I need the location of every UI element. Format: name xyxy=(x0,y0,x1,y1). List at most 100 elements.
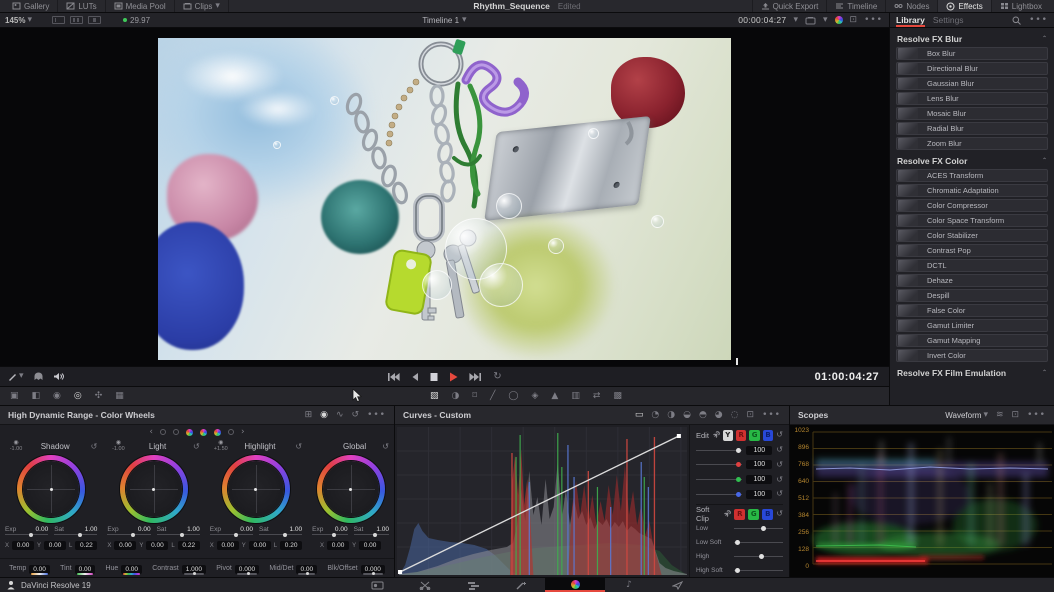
reset-icon[interactable]: ↺ xyxy=(776,461,783,469)
l-value[interactable]: 0.20 xyxy=(280,541,302,550)
fx-item[interactable]: Zoom Blur xyxy=(896,137,1048,150)
fx-item[interactable]: Radial Blur xyxy=(896,122,1048,135)
channel-r-button[interactable]: R xyxy=(736,430,746,441)
lum-vs-sat-icon[interactable]: ◓ xyxy=(699,411,707,420)
black-offset-field[interactable]: Blk/Offset0.000 xyxy=(327,563,385,573)
reset-icon[interactable]: ↺ xyxy=(776,490,783,498)
reset-icon[interactable]: ↺ xyxy=(375,443,389,451)
sat-vs-lum-icon[interactable]: ◌ xyxy=(731,411,739,420)
fx-item[interactable]: ACES Transform xyxy=(896,169,1048,182)
viewer-options-icon[interactable]: ••• xyxy=(864,16,883,25)
red-gain-slider[interactable]: 100↺ xyxy=(696,458,783,473)
fx-item[interactable]: Gamut Limiter xyxy=(896,319,1048,332)
hue-vs-hue-icon[interactable]: ◔ xyxy=(651,411,659,420)
zone-pivot[interactable]: ◉-1.00 xyxy=(5,440,27,453)
fx-item[interactable]: Mosaic Blur xyxy=(896,107,1048,120)
x-value[interactable]: 0.00 xyxy=(114,541,136,550)
sizing-palette-icon[interactable]: ▥ xyxy=(571,392,580,401)
power-window-icon[interactable]: ⌑ xyxy=(472,392,477,401)
fx-item[interactable]: Gamut Mapping xyxy=(896,334,1048,347)
hdr-palette-icon[interactable]: ◎ xyxy=(74,392,82,401)
curves-graph[interactable] xyxy=(395,425,689,577)
page-dot-active[interactable] xyxy=(186,429,193,436)
tab-library[interactable]: Library xyxy=(896,13,925,27)
media-pool-button[interactable]: Media Pool xyxy=(106,0,175,12)
viewer-zoom-select[interactable]: 145% ▾ xyxy=(5,16,32,25)
light-color-wheel[interactable] xyxy=(120,455,188,523)
quick-export-button[interactable]: Quick Export xyxy=(752,0,827,12)
page-next-icon[interactable]: › xyxy=(241,428,245,437)
add-node-icon[interactable]: ⊞ xyxy=(305,411,313,420)
page-media[interactable] xyxy=(353,578,401,592)
fx-item[interactable]: Invert Color xyxy=(896,349,1048,362)
y-value[interactable]: 0.00 xyxy=(146,541,168,550)
step-back-button[interactable] xyxy=(411,372,419,382)
library-options-icon[interactable]: ••• xyxy=(1029,16,1048,25)
hue-vs-sat-icon[interactable]: ◑ xyxy=(667,411,675,420)
channel-y-button[interactable]: Y xyxy=(723,430,733,441)
expand-icon[interactable]: ⊡ xyxy=(1012,411,1020,420)
lightbox-button[interactable]: Lightbox xyxy=(991,0,1050,12)
page-fusion[interactable] xyxy=(497,578,545,592)
page-deliver[interactable] xyxy=(653,578,701,592)
grab-still-icon[interactable] xyxy=(805,16,816,25)
fx-item[interactable]: False Color xyxy=(896,304,1048,317)
low-soft-slider[interactable]: Low Soft xyxy=(696,536,783,550)
fx-item[interactable]: Lens Blur xyxy=(896,92,1048,105)
chevron-down-icon[interactable]: ▾ xyxy=(823,16,828,25)
luma-gain-slider[interactable]: 100↺ xyxy=(696,443,783,458)
stereo-3d-icon[interactable]: ⇄ xyxy=(593,392,601,401)
zone-pivot[interactable]: ◉+1.50 xyxy=(210,440,232,453)
fx-item[interactable]: DCTL xyxy=(896,259,1048,272)
scope-mode-select[interactable]: Waveform▾ xyxy=(945,411,988,420)
tab-settings[interactable]: Settings xyxy=(933,13,964,27)
fx-item[interactable]: Despill xyxy=(896,289,1048,302)
scopes-options-icon[interactable]: ••• xyxy=(1027,411,1046,420)
timeline-button[interactable]: Timeline xyxy=(826,0,885,12)
color-viewer-icon[interactable] xyxy=(835,16,843,24)
reset-palette-icon[interactable]: ↺ xyxy=(352,411,360,420)
reset-icon[interactable]: ↺ xyxy=(186,443,200,451)
sat-slider[interactable]: Sat1.00 xyxy=(157,526,200,539)
highlight-color-wheel[interactable] xyxy=(222,455,290,523)
page-cut[interactable] xyxy=(401,578,449,592)
page-dot-active[interactable] xyxy=(214,429,221,436)
page-dot[interactable] xyxy=(160,429,166,435)
reset-icon[interactable]: ↺ xyxy=(288,443,302,451)
hue-vs-lum-icon[interactable]: ◒ xyxy=(683,411,691,420)
pivot-field[interactable]: Pivot0.000 xyxy=(216,563,259,573)
qualifier-icon[interactable]: ◑ xyxy=(452,392,460,401)
channel-b-button[interactable]: B xyxy=(763,430,773,441)
page-prev-icon[interactable]: ‹ xyxy=(149,428,153,437)
curves-options-icon[interactable]: ••• xyxy=(762,411,781,420)
high-soft-slider[interactable]: High Soft xyxy=(696,563,783,577)
fx-item[interactable]: Color Stabilizer xyxy=(896,229,1048,242)
fx-section-header-blur[interactable]: Resolve FX Blur ⌃ xyxy=(896,30,1048,47)
reset-icon[interactable]: ↺ xyxy=(776,476,783,484)
zone-pivot[interactable]: ◉-1.00 xyxy=(107,440,129,453)
exp-slider[interactable]: Exp0.00 xyxy=(107,526,150,539)
color-match-icon[interactable]: ◧ xyxy=(32,392,41,401)
reset-icon[interactable]: ↺ xyxy=(776,510,783,518)
sat-vs-sat-icon[interactable]: ◕ xyxy=(715,411,723,420)
l-value[interactable]: 0.22 xyxy=(178,541,200,550)
reset-icon[interactable]: ↺ xyxy=(776,431,783,439)
graph-mode-icon[interactable]: ∿ xyxy=(336,411,344,420)
fx-item[interactable]: Color Space Transform xyxy=(896,214,1048,227)
effects-button[interactable]: Effects xyxy=(937,0,990,12)
l-value[interactable]: 0.22 xyxy=(75,541,97,550)
keyframes-icon[interactable]: ▩ xyxy=(613,392,622,401)
playhead-indicator[interactable] xyxy=(736,358,738,365)
page-edit[interactable] xyxy=(449,578,497,592)
fx-item[interactable]: Color Compressor xyxy=(896,199,1048,212)
sat-slider[interactable]: Sat1.00 xyxy=(54,526,97,539)
fx-item[interactable]: Box Blur xyxy=(896,47,1048,60)
fx-section-header-film-emulation[interactable]: Resolve FX Film Emulation ⌃ xyxy=(896,364,1048,381)
camera-raw-icon[interactable]: ▣ xyxy=(10,392,19,401)
high-slider[interactable]: High xyxy=(696,549,783,563)
stop-button[interactable] xyxy=(430,372,438,382)
play-button[interactable] xyxy=(449,372,458,382)
y-value[interactable]: 0.00 xyxy=(249,541,271,550)
channel-g-button[interactable]: G xyxy=(749,430,759,441)
loop-button[interactable]: ↻ xyxy=(493,372,501,382)
